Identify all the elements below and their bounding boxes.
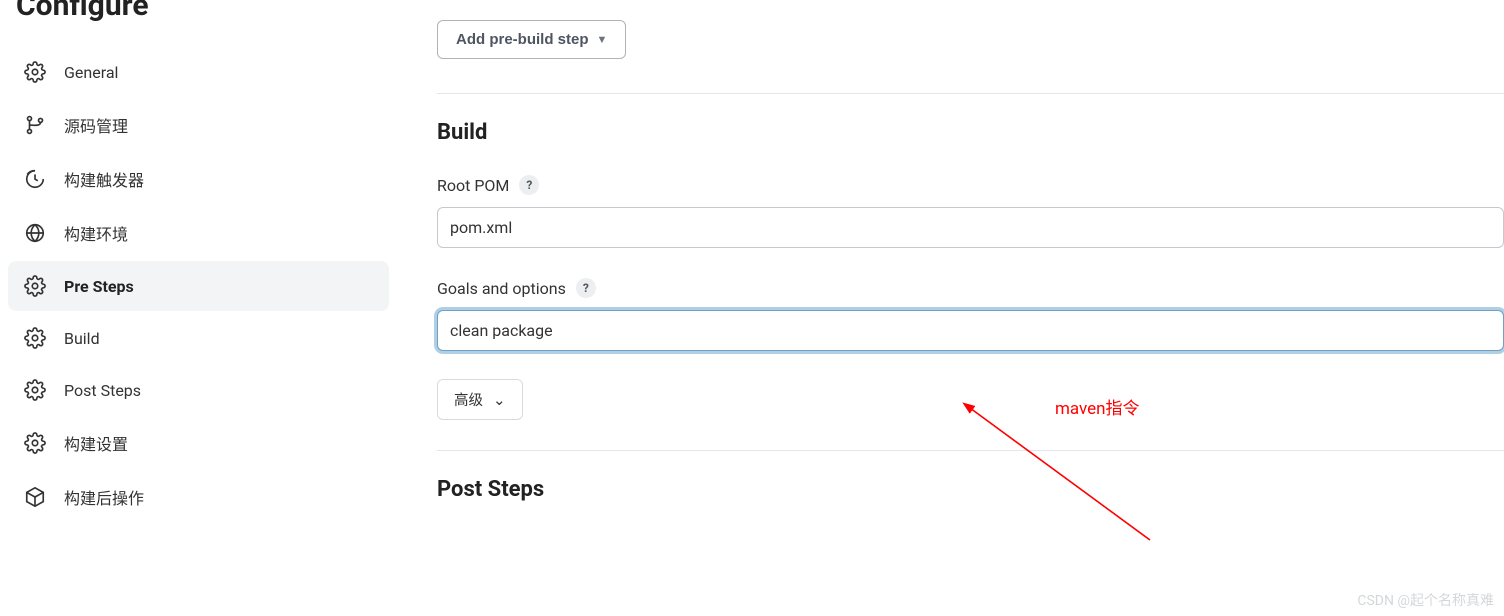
sidebar-item-label: 源码管理 [64, 113, 128, 137]
divider [437, 93, 1504, 94]
page-title: Configure [0, 0, 395, 45]
goals-input[interactable] [437, 310, 1504, 351]
post-steps-title: Post Steps [437, 477, 1504, 502]
sidebar-item-scm[interactable]: 源码管理 [8, 99, 389, 151]
advanced-label: 高级 [454, 389, 483, 410]
annotation-arrow-icon [960, 400, 1160, 550]
clock-icon [24, 168, 46, 190]
sidebar-item-label: 构建触发器 [64, 167, 144, 191]
sidebar-item-build-settings[interactable]: 构建设置 [8, 417, 389, 469]
root-pom-input[interactable] [437, 207, 1504, 248]
sidebar-item-environment[interactable]: 构建环境 [8, 207, 389, 259]
sidebar-item-label: Build [64, 329, 100, 348]
gear-icon [24, 61, 46, 83]
help-icon[interactable]: ? [576, 278, 596, 298]
sidebar-item-triggers[interactable]: 构建触发器 [8, 153, 389, 205]
sidebar-item-build[interactable]: Build [8, 313, 389, 363]
gear-icon [24, 379, 46, 401]
root-pom-field: Root POM ? [437, 175, 1504, 248]
help-icon[interactable]: ? [519, 175, 539, 195]
sidebar-item-pre-steps[interactable]: Pre Steps [8, 261, 389, 311]
sidebar-item-general[interactable]: General [8, 47, 389, 97]
caret-down-icon: ▼ [597, 34, 608, 46]
goals-label: Goals and options [437, 279, 566, 298]
sidebar-item-label: 构建后操作 [64, 485, 144, 509]
sidebar-item-label: Pre Steps [64, 277, 134, 296]
sidebar-item-post-build[interactable]: 构建后操作 [8, 471, 389, 523]
sidebar-list: General 源码管理 构建触发器 构建环境 [0, 47, 395, 523]
chevron-down-icon: ⌄ [493, 391, 506, 409]
branch-icon [24, 114, 46, 136]
main-content: Add pre-build step ▼ Build Root POM ? Go… [395, 0, 1504, 616]
gear-icon [24, 432, 46, 454]
annotation-text: maven指令 [1055, 394, 1140, 419]
package-icon [24, 486, 46, 508]
gear-icon [24, 275, 46, 297]
gear-icon [24, 327, 46, 349]
add-pre-build-step-button[interactable]: Add pre-build step ▼ [437, 20, 626, 59]
sidebar-item-label: 构建环境 [64, 221, 128, 245]
advanced-button[interactable]: 高级 ⌄ [437, 379, 523, 420]
sidebar-item-label: Post Steps [64, 381, 141, 400]
sidebar-item-label: 构建设置 [64, 431, 128, 455]
sidebar-item-label: General [64, 63, 118, 82]
globe-icon [24, 222, 46, 244]
goals-field: Goals and options ? [437, 278, 1504, 351]
sidebar-item-post-steps[interactable]: Post Steps [8, 365, 389, 415]
add-button-label: Add pre-build step [456, 31, 589, 48]
build-section-title: Build [437, 120, 1504, 145]
divider [437, 450, 1504, 451]
watermark: CSDN @起个名称真难 [1357, 590, 1494, 610]
root-pom-label: Root POM [437, 176, 509, 195]
sidebar: Configure General 源码管理 构建触发器 [0, 0, 395, 616]
